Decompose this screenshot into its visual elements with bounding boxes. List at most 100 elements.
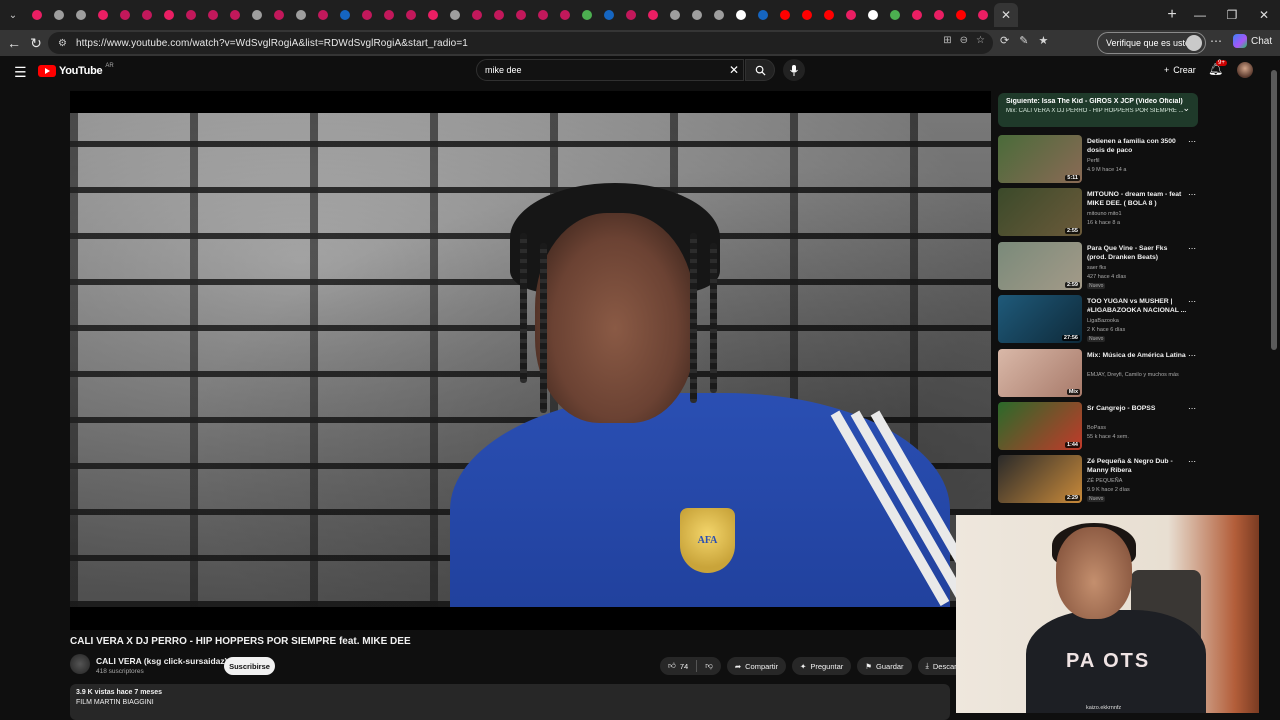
browser-tab[interactable] xyxy=(598,3,620,27)
more-options-icon[interactable]: ⋯ xyxy=(1188,190,1196,199)
video-thumbnail[interactable]: 2:55 xyxy=(998,188,1082,237)
channel-name[interactable]: CALI VERA (ksg click-sursaidaz) xyxy=(96,656,227,666)
browser-tab[interactable] xyxy=(356,3,378,27)
browser-tab[interactable] xyxy=(862,3,884,27)
video-player[interactable]: AFA xyxy=(70,91,991,630)
browser-tab[interactable] xyxy=(136,3,158,27)
restore-icon[interactable]: ❐ xyxy=(1216,0,1248,30)
browser-tab[interactable] xyxy=(752,3,774,27)
description-box[interactable]: 3.9 K vistas hace 7 meses FILM MARTIN BI… xyxy=(70,684,950,720)
video-title[interactable]: MITOUNO - dream team - feat MIKE DEE. ( … xyxy=(1087,190,1187,208)
channel-name[interactable]: saer fks xyxy=(1087,265,1106,271)
browser-tab[interactable] xyxy=(224,3,246,27)
recommendation-item[interactable]: Mix Mix: Música de América Latina EMJAY,… xyxy=(998,347,1203,400)
create-button[interactable]: + Crear xyxy=(1158,61,1202,79)
browser-tab[interactable] xyxy=(642,3,664,27)
profile-verify-button[interactable]: Verifique que es usted xyxy=(1097,32,1206,54)
more-options-icon[interactable]: ⋯ xyxy=(1188,137,1196,146)
minimize-icon[interactable]: — xyxy=(1184,0,1216,30)
close-tab-icon[interactable]: ✕ xyxy=(1001,8,1011,22)
favorites-icon[interactable]: ★ xyxy=(1038,34,1048,47)
refresh-extension-icon[interactable]: ⟳ xyxy=(1000,34,1009,47)
close-window-icon[interactable]: ✕ xyxy=(1248,0,1280,30)
search-button[interactable] xyxy=(745,59,775,81)
browser-tab[interactable] xyxy=(774,3,796,27)
browser-tab[interactable] xyxy=(532,3,554,27)
browser-tab[interactable] xyxy=(92,3,114,27)
hamburger-menu-icon[interactable]: ☰ xyxy=(14,64,27,81)
tab-search-chevron-icon[interactable]: ⌄ xyxy=(0,0,26,30)
up-next-panel[interactable]: Siguiente: Issa The Kid - GIROS X JCP (V… xyxy=(998,93,1198,127)
chevron-down-icon[interactable]: ⌄ xyxy=(1182,103,1190,114)
browser-tab[interactable] xyxy=(620,3,642,27)
channel-avatar[interactable] xyxy=(70,654,90,674)
address-bar[interactable]: ⚙ https://www.youtube.com/watch?v=WdSvgl… xyxy=(48,32,993,54)
bookmark-star-icon[interactable]: ☆ xyxy=(976,35,985,46)
video-title[interactable]: Zé Pequeña & Negro Dub - Manny Ribera xyxy=(1087,457,1187,475)
browser-tab[interactable] xyxy=(334,3,356,27)
browser-tab[interactable] xyxy=(840,3,862,27)
video-thumbnail[interactable]: 5:11 xyxy=(998,135,1082,183)
channel-name[interactable]: mitouno mito1 xyxy=(1087,211,1122,217)
channel-name[interactable]: EMJAY, Dreyfi, Camilo y muchos más xyxy=(1087,372,1179,378)
search-input[interactable] xyxy=(485,65,715,75)
account-avatar[interactable] xyxy=(1237,62,1253,78)
browser-tab[interactable] xyxy=(444,3,466,27)
browser-tab[interactable] xyxy=(950,3,972,27)
browser-tab[interactable] xyxy=(114,3,136,27)
video-title[interactable]: TOO YUGAN vs MUSHER | #LIGABAZOOKA NACIO… xyxy=(1087,297,1187,315)
back-arrow-icon[interactable]: ← xyxy=(2,31,26,55)
video-thumbnail[interactable]: Mix xyxy=(998,348,1082,397)
browser-tab[interactable] xyxy=(246,3,268,27)
video-title[interactable]: Para Que Vine - Saer Fks (prod. Dranken … xyxy=(1087,244,1187,262)
browser-tab[interactable] xyxy=(730,3,752,27)
more-options-icon[interactable]: ⋯ xyxy=(1188,351,1196,360)
browser-tab[interactable] xyxy=(686,3,708,27)
clear-search-icon[interactable]: ✕ xyxy=(729,63,739,77)
browser-tab[interactable] xyxy=(378,3,400,27)
reload-icon[interactable]: ↻ xyxy=(24,31,48,55)
voice-search-button[interactable] xyxy=(783,59,805,81)
browser-menu-icon[interactable]: ⋯ xyxy=(1210,34,1222,48)
dislike-button[interactable]: 👎︎ xyxy=(697,657,721,675)
browser-tab[interactable] xyxy=(422,3,444,27)
page-scrollbar[interactable] xyxy=(1268,56,1280,720)
browser-tab[interactable] xyxy=(70,3,92,27)
browser-tab[interactable]: ✕ xyxy=(994,3,1018,27)
subscribe-button[interactable]: Suscribirse xyxy=(224,657,275,675)
more-options-icon[interactable]: ⋯ xyxy=(1188,457,1196,466)
browser-tab[interactable] xyxy=(664,3,686,27)
browser-tab[interactable] xyxy=(290,3,312,27)
browser-tab[interactable] xyxy=(796,3,818,27)
channel-name[interactable]: BoPass xyxy=(1087,425,1106,431)
browser-tab[interactable] xyxy=(818,3,840,27)
video-frame[interactable]: AFA xyxy=(70,113,991,607)
share-button[interactable]: ➦ Compartir xyxy=(726,657,787,675)
recommendation-item[interactable]: 2:29 Zé Pequeña & Negro Dub - Manny Ribe… xyxy=(998,453,1203,506)
zoom-icon[interactable]: ⊖ xyxy=(960,35,968,46)
more-options-icon[interactable]: ⋯ xyxy=(1188,244,1196,253)
browser-tab[interactable] xyxy=(48,3,70,27)
like-button[interactable]: 👍︎ 74 xyxy=(660,657,696,675)
browser-tab[interactable] xyxy=(400,3,422,27)
youtube-logo[interactable]: YouTube AR xyxy=(38,63,114,77)
browser-tab[interactable] xyxy=(466,3,488,27)
browser-tab[interactable] xyxy=(554,3,576,27)
channel-name[interactable]: Perfil xyxy=(1087,158,1100,164)
video-title[interactable]: Mix: Música de América Latina xyxy=(1087,351,1187,360)
browser-tab[interactable] xyxy=(972,3,994,27)
save-button[interactable]: ⚑ Guardar xyxy=(857,657,912,675)
browser-tab[interactable] xyxy=(510,3,532,27)
more-options-icon[interactable]: ⋯ xyxy=(1188,297,1196,306)
channel-name[interactable]: LigaBazooka xyxy=(1087,318,1119,324)
browser-tab[interactable] xyxy=(576,3,598,27)
browser-tab[interactable] xyxy=(268,3,290,27)
browser-tab[interactable] xyxy=(202,3,224,27)
browser-tab[interactable] xyxy=(26,3,48,27)
recommendation-item[interactable]: 2:59 Para Que Vine - Saer Fks (prod. Dra… xyxy=(998,240,1203,293)
ask-button[interactable]: ✦ Preguntar xyxy=(792,657,852,675)
copilot-chat-button[interactable]: Chat xyxy=(1233,34,1272,48)
browser-tab[interactable] xyxy=(158,3,180,27)
url-text[interactable]: https://www.youtube.com/watch?v=WdSvglRo… xyxy=(76,38,468,49)
video-thumbnail[interactable]: 1:44 xyxy=(998,401,1082,450)
